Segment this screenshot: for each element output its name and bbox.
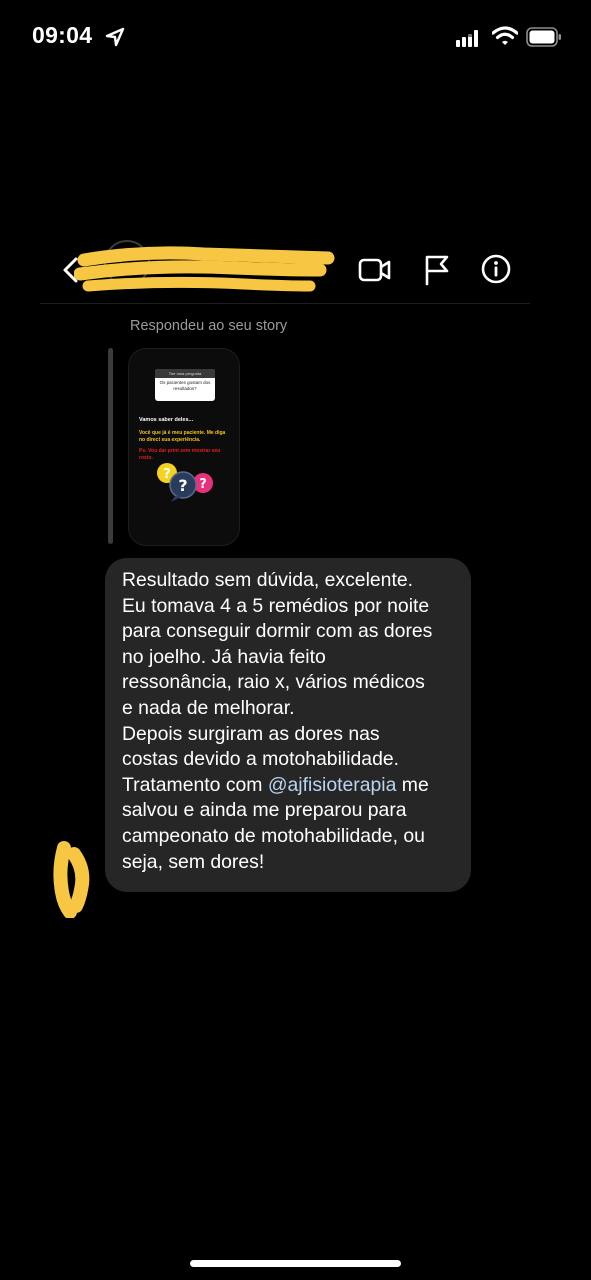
flag-icon[interactable] <box>424 254 450 286</box>
info-icon[interactable] <box>481 254 511 284</box>
video-call-icon[interactable] <box>358 256 392 284</box>
cellular-signal-icon <box>456 30 478 47</box>
story-question-text: Os pacientes gostam dos resultados? <box>159 380 211 391</box>
battery-icon <box>526 27 561 47</box>
message-bubble[interactable]: Resultado sem dúvida, excelente. Eu toma… <box>105 558 471 892</box>
wifi-icon <box>492 26 518 45</box>
svg-text:?: ? <box>178 476 187 495</box>
mention-link[interactable]: @ajfisioterapia <box>268 774 397 796</box>
message-line: Depois surgiram as dores nas <box>122 722 380 745</box>
message-text: Tratamento com <box>122 773 268 796</box>
message-line: costas devido a motohabilidade. <box>122 748 400 771</box>
message-line: Tratamento com @ajfisioterapia me <box>122 773 457 799</box>
location-arrow-icon <box>105 27 125 47</box>
reply-quote-bar <box>108 348 113 544</box>
redaction-scribble <box>53 841 90 918</box>
redaction-scribble <box>74 246 335 292</box>
message-line: salvou e ainda me preparou para <box>122 799 407 822</box>
message-line: para conseguir dormir com as dores <box>122 620 433 643</box>
story-text-line: Você que já é meu paciente. Me diga no d… <box>139 430 226 443</box>
header-divider <box>40 303 530 304</box>
message-line: Resultado sem dúvida, excelente. <box>122 569 414 591</box>
story-preview[interactable]: Tire uma pergunta Os pacientes gostam do… <box>128 348 240 546</box>
question-bubbles-icon: ? ? ? <box>157 463 213 502</box>
message-text: me <box>396 773 429 796</box>
story-reply-label: Respondeu ao seu story <box>130 318 288 334</box>
svg-text:?: ? <box>199 477 207 492</box>
story-text-line: Vamos saber deles... <box>139 417 194 423</box>
message-line: seja, sem dores! <box>122 850 265 873</box>
message-line: ressonância, raio x, vários médicos <box>122 671 425 694</box>
message-line: e nada de melhorar. <box>122 696 295 719</box>
home-indicator[interactable] <box>190 1260 401 1267</box>
status-time: 09:04 <box>32 22 93 48</box>
message-line: no joelho. Já havia feito <box>122 645 326 668</box>
message-line: campeonato de motohabilidade, ou <box>122 824 425 847</box>
story-question-header: Tire uma pergunta <box>155 369 215 378</box>
story-question-card: Tire uma pergunta Os pacientes gostam do… <box>155 369 215 401</box>
message-line: Eu tomava 4 a 5 remédios por noite <box>122 594 430 617</box>
svg-text:?: ? <box>163 467 171 482</box>
